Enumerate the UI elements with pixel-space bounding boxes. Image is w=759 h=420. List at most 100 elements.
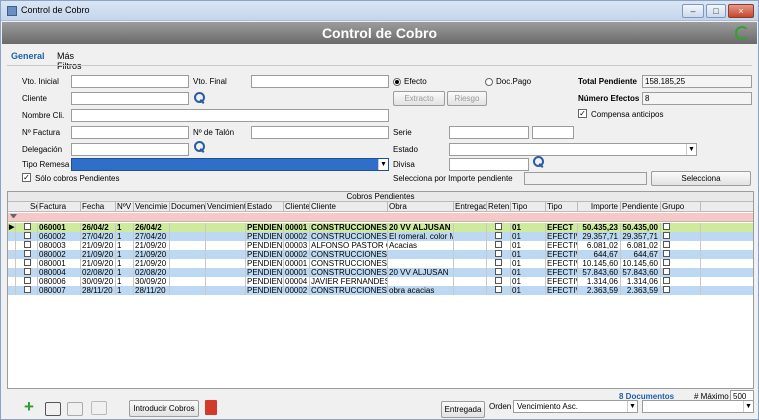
minimize-button[interactable]: – <box>682 4 704 18</box>
refresh-icon[interactable] <box>735 26 749 40</box>
row-grupo-checkbox[interactable] <box>661 286 701 295</box>
importe-pendiente-input[interactable] <box>524 172 647 185</box>
checkbox-box[interactable] <box>24 286 31 293</box>
row-grupo-checkbox[interactable] <box>661 250 701 259</box>
checkbox-box[interactable] <box>495 268 502 275</box>
checkbox-box[interactable] <box>663 250 670 257</box>
col-tipo-2[interactable]: Tipo <box>546 202 578 212</box>
row-select-checkbox[interactable] <box>16 286 38 295</box>
table-row[interactable]: 080006 30/09/20 1 30/09/20 PENDIENT 00004 JAVI… <box>8 277 753 286</box>
row-select-checkbox[interactable] <box>16 259 38 268</box>
row-retenido-checkbox[interactable] <box>487 259 511 268</box>
row-retenido-checkbox[interactable] <box>487 268 511 277</box>
entregada-button[interactable]: Entregada <box>441 401 485 418</box>
col-grupo[interactable]: Grupo <box>661 202 701 212</box>
riesgo-button[interactable]: Riesgo <box>447 91 487 106</box>
checkbox-box[interactable] <box>495 223 502 230</box>
tab-general[interactable]: General <box>7 49 49 65</box>
list-icon[interactable] <box>67 402 83 416</box>
row-select-checkbox[interactable] <box>16 250 38 259</box>
extracto-button[interactable]: Extracto <box>393 91 445 106</box>
row-grupo-checkbox[interactable] <box>661 232 701 241</box>
col-cliente-code[interactable]: Cliente <box>284 202 310 212</box>
table-row[interactable]: 060002 27/04/20 1 27/04/20 PENDIENT 00002 CONS… <box>8 232 753 241</box>
tab-mas-filtros[interactable]: Más Filtros <box>53 49 86 71</box>
vto-inicial-input[interactable] <box>71 75 189 88</box>
checkbox-box[interactable] <box>495 286 502 293</box>
col-importe[interactable]: Importe <box>578 202 621 212</box>
col-fecha[interactable]: Fecha <box>81 202 116 212</box>
estado-select[interactable]: ▼ <box>449 143 697 156</box>
orden-select-2[interactable]: ▼ <box>642 400 754 413</box>
efecto-radio[interactable] <box>393 78 401 86</box>
col-cliente[interactable]: Cliente <box>310 202 388 212</box>
checkbox-box[interactable] <box>495 232 502 239</box>
filter-row[interactable] <box>8 213 753 222</box>
checkbox-box[interactable] <box>663 259 670 266</box>
row-grupo-checkbox[interactable] <box>661 259 701 268</box>
introducir-cobros-button[interactable]: Introducir Cobros <box>129 400 199 417</box>
checkbox-box[interactable] <box>24 268 31 275</box>
checkbox-box[interactable] <box>24 250 31 257</box>
col-estado[interactable]: Estado <box>246 202 284 212</box>
row-retenido-checkbox[interactable] <box>487 232 511 241</box>
divisa-input[interactable] <box>449 158 529 171</box>
ntalon-input[interactable] <box>251 126 389 139</box>
col-nv[interactable]: NºV <box>116 202 134 212</box>
checkbox-box[interactable] <box>663 277 670 284</box>
serie-input-2[interactable] <box>532 126 574 139</box>
checkbox-box[interactable] <box>663 268 670 275</box>
row-grupo-checkbox[interactable] <box>661 277 701 286</box>
compensa-checkbox[interactable]: ✓ <box>578 109 587 118</box>
serie-input[interactable] <box>449 126 529 139</box>
selecciona-button[interactable]: Selecciona <box>651 171 751 186</box>
checkbox-box[interactable] <box>24 259 31 266</box>
cliente-input[interactable] <box>71 92 189 105</box>
col-obra[interactable]: Obra <box>388 202 454 212</box>
delete-icon[interactable] <box>205 400 217 415</box>
checkbox-box[interactable] <box>24 241 31 248</box>
row-retenido-checkbox[interactable] <box>487 250 511 259</box>
row-retenido-checkbox[interactable] <box>487 223 511 232</box>
search-divisa-icon[interactable] <box>533 156 544 167</box>
nfactura-input[interactable] <box>71 126 189 139</box>
search-cliente-icon[interactable] <box>194 92 205 103</box>
col-entregado[interactable]: Entregad <box>454 202 487 212</box>
table-row[interactable]: 080002 21/09/20 1 21/09/20 PENDIENT 00002 CONS… <box>8 250 753 259</box>
tipo-remesa-select[interactable]: ▼ <box>71 158 389 171</box>
checkbox-box[interactable] <box>495 259 502 266</box>
docpago-radio[interactable] <box>485 78 493 86</box>
col-tipo[interactable]: Tipo <box>511 202 546 212</box>
col-documento[interactable]: Documen <box>170 202 206 212</box>
checkbox-box[interactable] <box>24 232 31 239</box>
close-button[interactable]: × <box>728 4 754 18</box>
maximize-button[interactable]: □ <box>706 4 726 18</box>
col-vencimiento[interactable]: Vencimie <box>134 202 170 212</box>
solo-pendientes-checkbox[interactable]: ✓ <box>22 173 31 182</box>
row-select-checkbox[interactable] <box>16 268 38 277</box>
orden-select[interactable]: Vencimiento Asc. ▼ <box>513 400 638 413</box>
row-retenido-checkbox[interactable] <box>487 241 511 250</box>
checkbox-box[interactable] <box>663 232 670 239</box>
col-pendiente[interactable]: Pendiente <box>621 202 661 212</box>
search-delegacion-icon[interactable] <box>194 141 205 152</box>
nombre-cli-input[interactable] <box>71 109 389 122</box>
edit-card-icon[interactable] <box>45 402 61 416</box>
add-icon[interactable]: + <box>21 398 37 415</box>
col-sele[interactable]: Sele <box>8 202 38 212</box>
checkbox-box[interactable] <box>663 286 670 293</box>
col-factura[interactable]: Factura <box>38 202 81 212</box>
row-grupo-checkbox[interactable] <box>661 241 701 250</box>
checkbox-box[interactable] <box>24 277 31 284</box>
filter-icon[interactable] <box>10 214 17 221</box>
checkbox-box[interactable] <box>495 241 502 248</box>
row-select-checkbox[interactable] <box>16 277 38 286</box>
delegacion-input[interactable] <box>71 143 189 156</box>
table-row[interactable]: 080003 21/09/20 1 21/09/20 PENDIENT 00003 ALFO… <box>8 241 753 250</box>
remove-list-icon[interactable] <box>91 401 107 415</box>
table-row[interactable]: 080004 02/08/20 1 02/08/20 PENDIENT 00001 CONS… <box>8 268 753 277</box>
row-select-checkbox[interactable] <box>16 241 38 250</box>
checkbox-box[interactable] <box>495 277 502 284</box>
checkbox-box[interactable] <box>663 241 670 248</box>
checkbox-box[interactable] <box>495 250 502 257</box>
